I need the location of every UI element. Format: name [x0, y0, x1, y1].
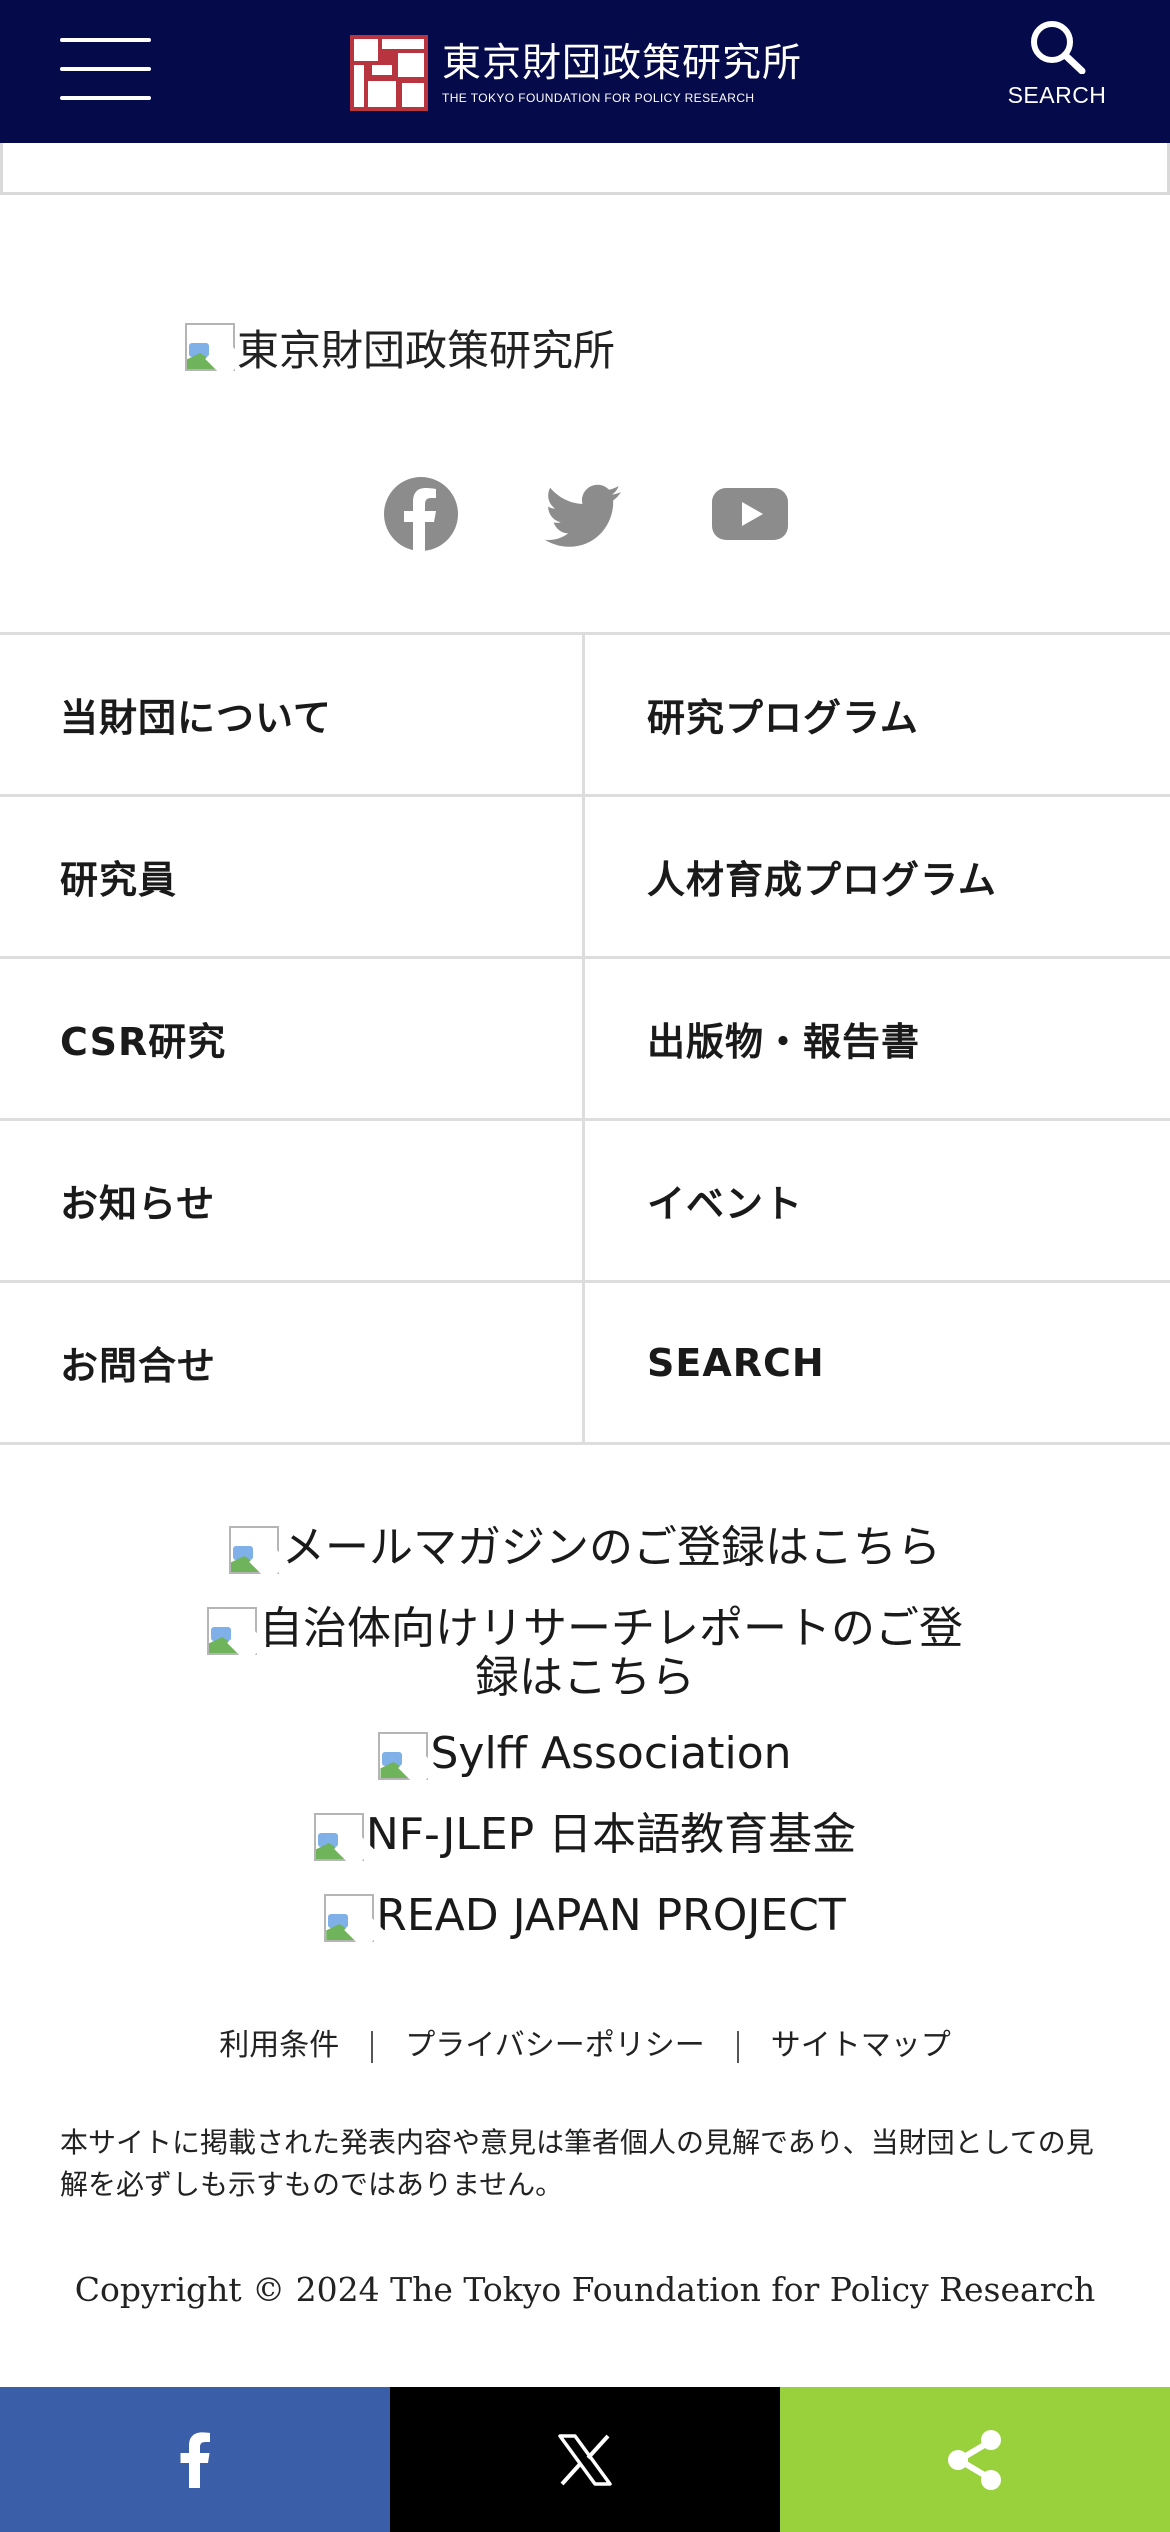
banner-mail-magazine[interactable]: メールマガジンのご登録はこちら	[0, 1522, 1170, 1582]
facebook-link[interactable]	[381, 474, 461, 554]
terms-link[interactable]: 利用条件	[219, 2028, 339, 2063]
sitemap-link[interactable]: サイトマップ	[771, 2028, 951, 2063]
footer-nav: 当財団について 研究プログラム 研究員 人材育成プログラム CSR研究 出版物・…	[0, 632, 1170, 1445]
nav-item-researchers[interactable]: 研究員	[0, 797, 585, 959]
nav-item-label: イベント	[647, 1182, 804, 1226]
privacy-policy-link[interactable]: プライバシーポリシー	[405, 2028, 704, 2063]
nav-item-csr-research[interactable]: CSR研究	[0, 959, 585, 1121]
nav-item-publications[interactable]: 出版物・報告書	[585, 959, 1170, 1121]
legal-links: 利用条件 プライバシーポリシー サイトマップ	[0, 2020, 1170, 2064]
search-label: SEARCH	[1007, 82, 1107, 108]
nav-item-label: 出版物・報告書	[647, 1020, 921, 1064]
twitter-icon	[545, 484, 621, 547]
disclaimer-text: 本サイトに掲載された発表内容や意見は筆者個人の見解であり、当財団としての見解を必…	[60, 2126, 1094, 2201]
x-logo-icon	[558, 2433, 612, 2486]
youtube-link[interactable]	[710, 474, 790, 554]
menu-line	[60, 38, 151, 42]
twitter-link[interactable]	[545, 474, 625, 554]
nav-item-about[interactable]: 当財団について	[0, 635, 585, 797]
nav-item-contact[interactable]: お問合せ	[0, 1283, 585, 1445]
nav-item-label: 当財団について	[60, 696, 332, 740]
banner-municipal-report[interactable]: 自治体向けリサーチレポートのご登録はこちら	[195, 1606, 975, 1701]
broken-image-icon	[313, 1813, 374, 1869]
banner-read-japan[interactable]: READ JAPAN PROJECT	[0, 1890, 1170, 1950]
banner-links: メールマガジンのご登録はこちら 自治体向けリサーチレポートのご登録はこちら Sy…	[0, 1525, 1170, 1974]
site-header: 東京財団政策研究所 THE TOKYO FOUNDATION FOR POLIC…	[0, 0, 1170, 143]
content-edge	[0, 143, 1170, 195]
nav-item-research-programs[interactable]: 研究プログラム	[585, 635, 1170, 797]
nav-item-label: お問合せ	[60, 1344, 217, 1388]
nav-item-events[interactable]: イベント	[585, 1121, 1170, 1283]
logo-title: 東京財団政策研究所	[442, 41, 803, 86]
share-icon	[948, 2429, 1001, 2490]
logo-subtitle: THE TOKYO FOUNDATION FOR POLICY RESEARCH	[442, 91, 755, 105]
search-icon	[1031, 21, 1086, 74]
nav-item-label: 人材育成プログラム	[647, 858, 997, 902]
nav-item-label: SEARCH	[647, 1340, 825, 1385]
banner-label: 自治体向けリサーチレポートのご登録はこちら	[259, 1603, 963, 1703]
broken-image-icon	[324, 1894, 385, 1950]
link-separator	[736, 2030, 739, 2063]
banner-sylff[interactable]: Sylff Association	[0, 1728, 1170, 1788]
nav-item-label: CSR研究	[60, 1020, 227, 1064]
facebook-icon	[384, 477, 458, 552]
site-logo[interactable]: 東京財団政策研究所 THE TOKYO FOUNDATION FOR POLIC…	[350, 34, 802, 112]
facebook-f-icon	[180, 2431, 210, 2488]
youtube-icon	[712, 488, 788, 540]
header-search-button[interactable]: SEARCH	[995, 18, 1119, 124]
menu-line	[60, 96, 151, 100]
nav-item-search[interactable]: SEARCH	[585, 1283, 1170, 1445]
footer-brand-alt: 東京財団政策研究所	[237, 325, 616, 375]
link-separator	[371, 2030, 374, 2063]
banner-label: NF-JLEP 日本語教育基金	[365, 1809, 857, 1860]
banner-label: READ JAPAN PROJECT	[376, 1890, 846, 1941]
nav-item-talent-programs[interactable]: 人材育成プログラム	[585, 797, 1170, 959]
broken-image-icon	[229, 1526, 289, 1582]
banner-label: メールマガジンのご登録はこちら	[281, 1522, 941, 1573]
logo-mark-icon	[350, 35, 428, 111]
share-x-button[interactable]	[390, 2387, 780, 2532]
broken-image-icon	[378, 1732, 439, 1788]
share-bar	[0, 2387, 1170, 2532]
menu-line	[60, 67, 151, 71]
nav-item-news[interactable]: お知らせ	[0, 1121, 585, 1283]
share-facebook-button[interactable]	[0, 2387, 390, 2532]
nav-item-label: お知らせ	[60, 1182, 216, 1226]
footer-brand-image[interactable]: 東京財団政策研究所	[185, 316, 616, 379]
broken-image-icon	[207, 1607, 267, 1663]
banner-label: Sylff Association	[430, 1728, 792, 1779]
broken-image-icon	[185, 323, 245, 379]
banner-nf-jlep[interactable]: NF-JLEP 日本語教育基金	[0, 1809, 1170, 1869]
nav-item-label: 研究員	[60, 858, 178, 902]
copyright-text: Copyright © 2024 The Tokyo Foundation fo…	[74, 2270, 1096, 2309]
menu-button[interactable]	[60, 38, 151, 100]
share-generic-button[interactable]	[780, 2387, 1170, 2532]
nav-item-label: 研究プログラム	[647, 696, 919, 740]
